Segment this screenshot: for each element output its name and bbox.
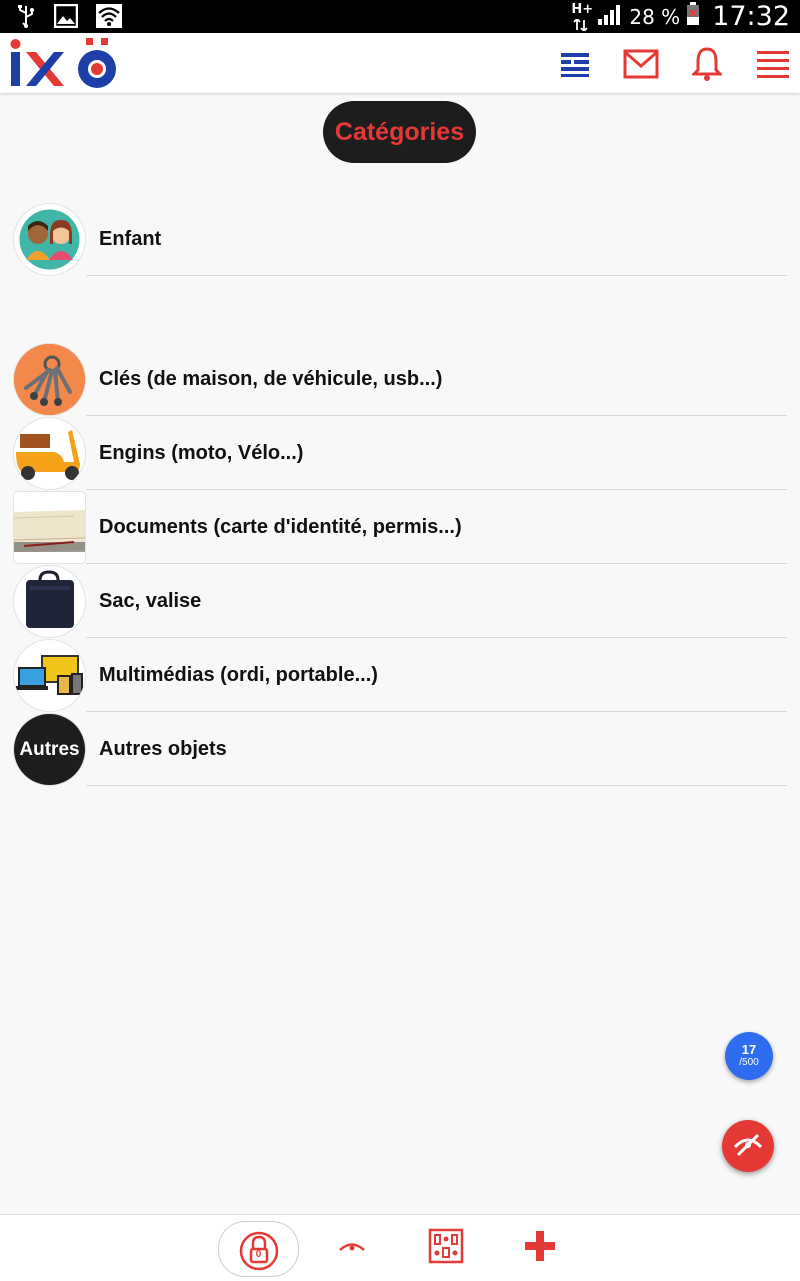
scooter-icon bbox=[14, 418, 85, 489]
battery-percentage: 28 % bbox=[629, 4, 681, 29]
menu-icon[interactable] bbox=[751, 42, 795, 86]
category-label: Sac, valise bbox=[99, 590, 202, 612]
category-item-sac[interactable]: Sac, valise bbox=[0, 564, 800, 638]
signal-icon bbox=[597, 3, 623, 30]
usb-icon bbox=[16, 4, 36, 33]
keys-icon bbox=[14, 344, 85, 415]
category-item-enfant[interactable]: Enfant bbox=[0, 202, 800, 276]
app-logo[interactable] bbox=[10, 38, 124, 93]
page-title: Catégories bbox=[323, 101, 476, 163]
children-icon bbox=[14, 204, 85, 275]
nav-grid[interactable] bbox=[424, 1221, 468, 1275]
image-icon bbox=[53, 3, 79, 33]
eye-icon bbox=[337, 1238, 367, 1259]
category-label: Multimédias (ordi, portable...) bbox=[99, 664, 378, 686]
wifi-icon bbox=[96, 4, 122, 33]
category-item-engins[interactable]: Engins (moto, Vélo...) bbox=[0, 416, 800, 490]
nav-eye[interactable] bbox=[330, 1221, 374, 1275]
nav-add[interactable] bbox=[518, 1221, 562, 1275]
grid-icon bbox=[428, 1228, 464, 1269]
devices-icon bbox=[14, 640, 85, 711]
divider bbox=[86, 785, 787, 786]
divider bbox=[86, 275, 787, 276]
documents-icon bbox=[14, 492, 85, 563]
lock-badge: 0 bbox=[255, 1249, 262, 1260]
category-item-cles[interactable]: Clés (de maison, de véhicule, usb...) bbox=[0, 342, 800, 416]
nav-lock[interactable]: 0 bbox=[218, 1221, 299, 1277]
hide-view-button[interactable] bbox=[722, 1120, 774, 1172]
mail-icon[interactable] bbox=[619, 42, 663, 86]
clock: 17:32 bbox=[712, 1, 790, 32]
bell-icon[interactable] bbox=[685, 42, 729, 86]
category-item-documents[interactable]: Documents (carte d'identité, permis...) bbox=[0, 490, 800, 564]
plus-icon bbox=[523, 1229, 557, 1268]
points-counter[interactable]: 17 /500 bbox=[725, 1032, 773, 1080]
other-thumb-text: Autres bbox=[19, 738, 80, 760]
status-bar: H+ 28 % 17:32 bbox=[0, 0, 800, 33]
eye-slash-icon bbox=[732, 1131, 764, 1162]
lock-icon: 0 bbox=[239, 1228, 279, 1271]
category-item-autres[interactable]: Autres Autres objets bbox=[0, 712, 800, 786]
category-item-multimedias[interactable]: Multimédias (ordi, portable...) bbox=[0, 638, 800, 712]
category-label: Autres objets bbox=[99, 738, 227, 760]
network-icon: H+ bbox=[571, 1, 594, 32]
app-bar bbox=[0, 33, 800, 93]
counter-max: /500 bbox=[739, 1057, 759, 1068]
counter-value: 17 bbox=[741, 1042, 757, 1057]
category-label: Engins (moto, Vélo...) bbox=[99, 442, 304, 464]
category-label: Enfant bbox=[99, 228, 162, 250]
network-type: H+ bbox=[571, 1, 594, 17]
category-label: Clés (de maison, de véhicule, usb...) bbox=[99, 368, 443, 390]
bag-icon bbox=[14, 566, 85, 637]
battery-icon bbox=[686, 2, 700, 31]
news-icon[interactable] bbox=[553, 42, 597, 86]
other-icon: Autres bbox=[14, 714, 85, 785]
category-label: Documents (carte d'identité, permis...) bbox=[99, 516, 462, 538]
bottom-nav: 0 bbox=[0, 1214, 800, 1281]
